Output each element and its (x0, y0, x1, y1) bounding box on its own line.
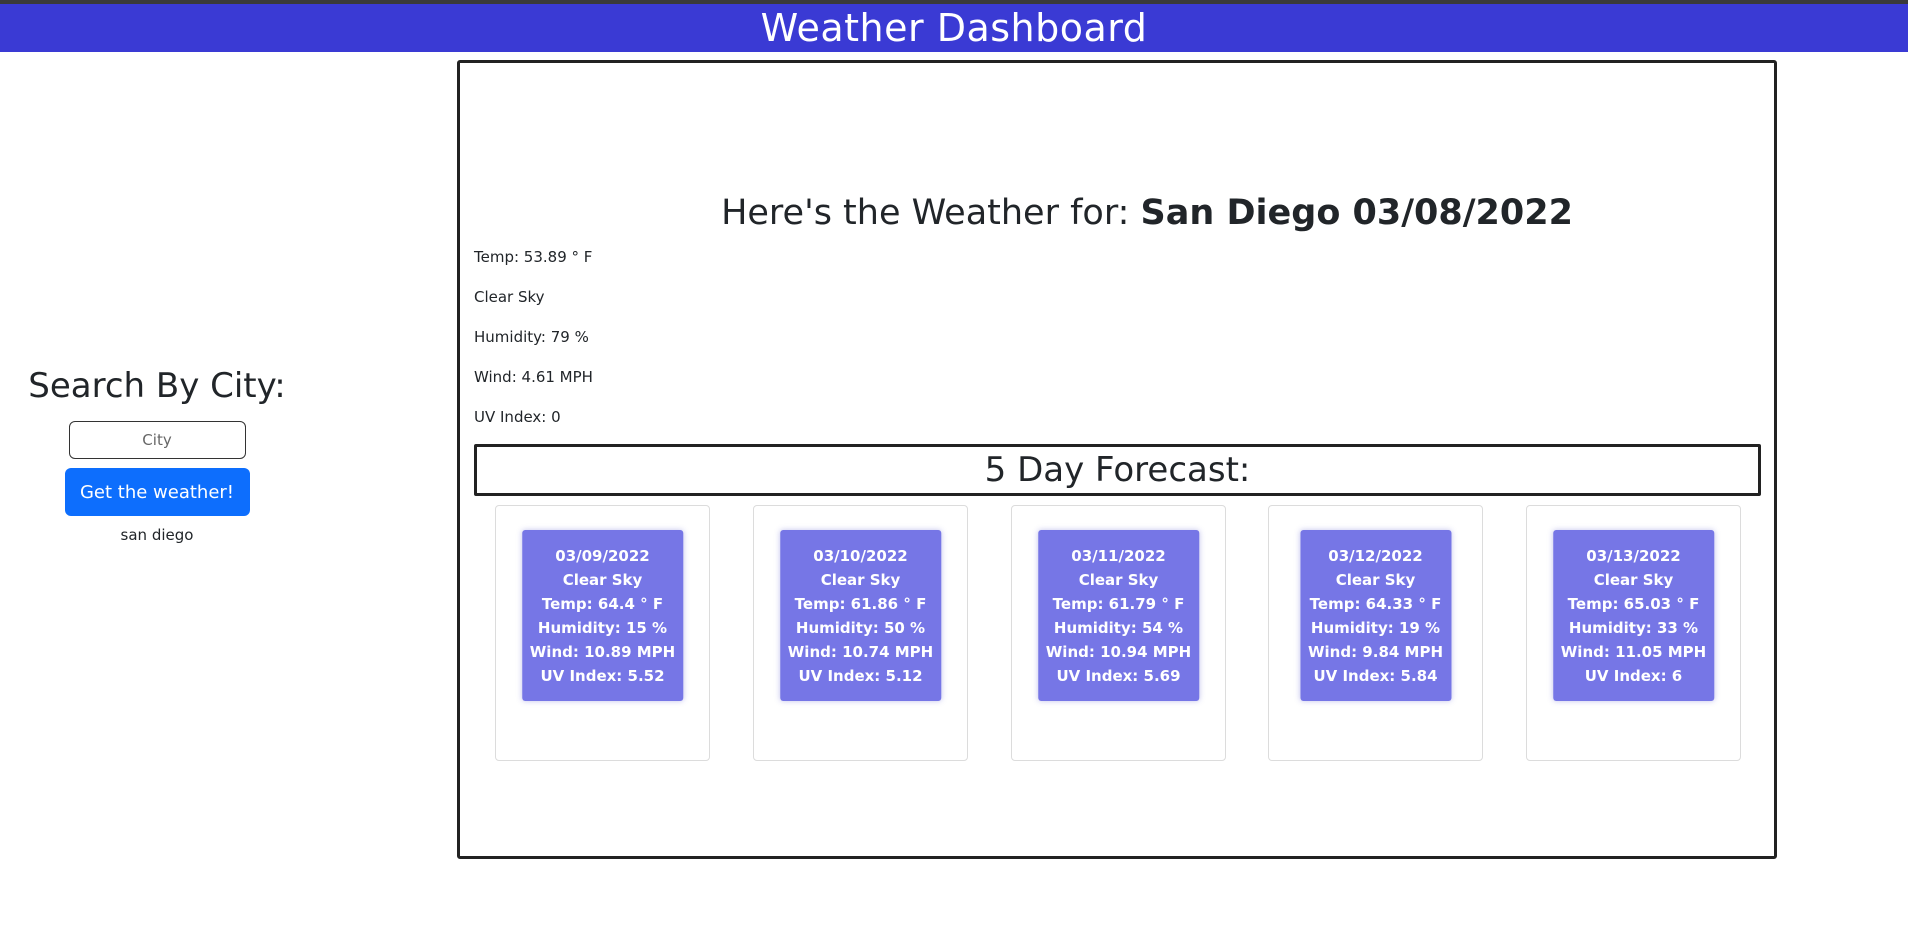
forecast-title: 5 Day Forecast: (984, 450, 1251, 490)
search-title: Search By City: (28, 366, 286, 406)
forecast-card: 03/09/2022 Clear Sky Temp: 64.4 ° F Humi… (495, 505, 710, 761)
forecast-description: Clear Sky (562, 571, 643, 589)
search-history-item[interactable]: san diego (121, 526, 194, 544)
forecast-wind: Wind: 10.94 MPH (1045, 643, 1192, 661)
get-weather-button[interactable]: Get the weather! (64, 468, 250, 516)
heading-prefix: Here's the Weather for: (721, 193, 1141, 233)
forecast-uv-index: UV Index: 5.52 (540, 667, 665, 685)
forecast-uv-index: UV Index: 5.69 (1056, 667, 1181, 685)
forecast-card-body: 03/13/2022 Clear Sky Temp: 65.03 ° F Hum… (1552, 530, 1715, 701)
forecast-wind: Wind: 10.74 MPH (787, 643, 934, 661)
current-temp: Temp: 53.89 ° F (474, 248, 593, 266)
forecast-wind: Wind: 9.84 MPH (1307, 643, 1444, 661)
forecast-description: Clear Sky (820, 571, 901, 589)
current-humidity: Humidity: 79 % (474, 328, 589, 346)
current-description: Clear Sky (474, 288, 545, 306)
forecast-card: 03/12/2022 Clear Sky Temp: 64.33 ° F Hum… (1268, 505, 1483, 761)
page-title: Weather Dashboard (760, 6, 1148, 50)
forecast-temp: Temp: 61.86 ° F (794, 595, 927, 613)
forecast-date: 03/10/2022 (813, 547, 908, 565)
forecast-uv-index: UV Index: 6 (1584, 667, 1683, 685)
forecast-description: Clear Sky (1078, 571, 1159, 589)
forecast-humidity: Humidity: 50 % (795, 619, 926, 637)
current-weather-heading: Here's the Weather for: San Diego 03/08/… (460, 191, 1774, 235)
app-header: Weather Dashboard (0, 4, 1908, 52)
heading-city-date: San Diego 03/08/2022 (1140, 193, 1573, 233)
forecast-card: 03/13/2022 Clear Sky Temp: 65.03 ° F Hum… (1526, 505, 1741, 761)
forecast-humidity: Humidity: 19 % (1310, 619, 1441, 637)
forecast-card: 03/11/2022 Clear Sky Temp: 61.79 ° F Hum… (1011, 505, 1226, 761)
forecast-title-box: 5 Day Forecast: (474, 444, 1761, 496)
forecast-temp: Temp: 61.79 ° F (1052, 595, 1185, 613)
forecast-card: 03/10/2022 Clear Sky Temp: 61.86 ° F Hum… (753, 505, 968, 761)
weather-panel: Here's the Weather for: San Diego 03/08/… (457, 60, 1777, 859)
forecast-date: 03/11/2022 (1071, 547, 1166, 565)
current-uv-index: UV Index: 0 (474, 408, 561, 426)
forecast-card-body: 03/11/2022 Clear Sky Temp: 61.79 ° F Hum… (1037, 530, 1200, 701)
forecast-date: 03/09/2022 (555, 547, 650, 565)
forecast-temp: Temp: 64.4 ° F (541, 595, 664, 613)
search-panel: Search By City: Get the weather! san die… (0, 365, 314, 544)
forecast-temp: Temp: 64.33 ° F (1309, 595, 1442, 613)
forecast-humidity: Humidity: 15 % (537, 619, 668, 637)
forecast-temp: Temp: 65.03 ° F (1567, 595, 1700, 613)
forecast-uv-index: UV Index: 5.84 (1313, 667, 1438, 685)
forecast-card-body: 03/10/2022 Clear Sky Temp: 61.86 ° F Hum… (779, 530, 942, 701)
current-wind: Wind: 4.61 MPH (474, 368, 593, 386)
forecast-humidity: Humidity: 54 % (1053, 619, 1184, 637)
forecast-card-body: 03/12/2022 Clear Sky Temp: 64.33 ° F Hum… (1299, 530, 1452, 701)
forecast-wind: Wind: 11.05 MPH (1560, 643, 1707, 661)
forecast-description: Clear Sky (1593, 571, 1674, 589)
city-search-input[interactable] (68, 421, 246, 459)
forecast-uv-index: UV Index: 5.12 (798, 667, 923, 685)
forecast-date: 03/13/2022 (1586, 547, 1681, 565)
forecast-wind: Wind: 10.89 MPH (529, 643, 676, 661)
forecast-card-body: 03/09/2022 Clear Sky Temp: 64.4 ° F Humi… (521, 530, 684, 701)
forecast-description: Clear Sky (1335, 571, 1416, 589)
forecast-humidity: Humidity: 33 % (1568, 619, 1699, 637)
forecast-date: 03/12/2022 (1328, 547, 1423, 565)
